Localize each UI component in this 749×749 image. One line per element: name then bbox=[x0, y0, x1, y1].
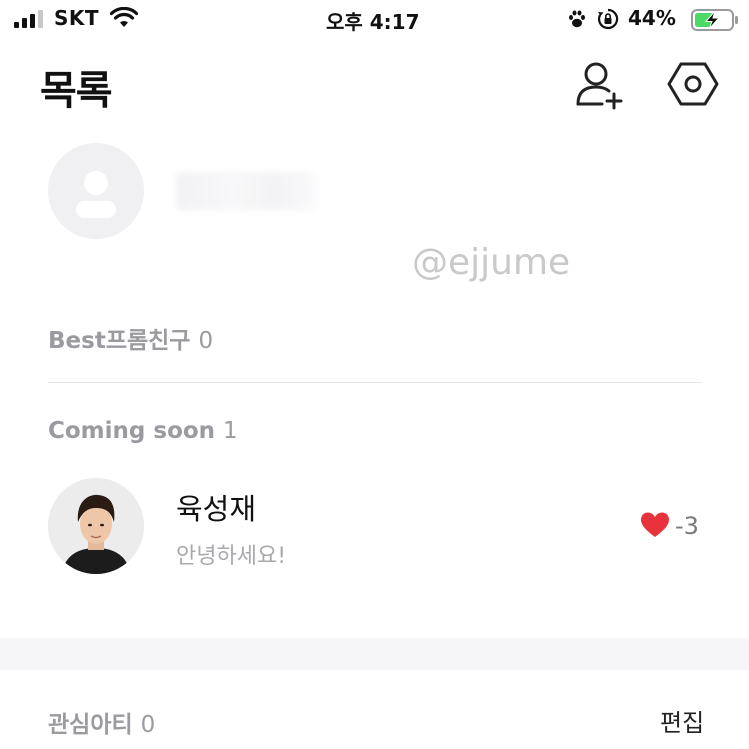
orientation-lock-icon bbox=[597, 8, 619, 30]
section-separator bbox=[0, 638, 749, 670]
wifi-icon bbox=[110, 7, 138, 27]
cellular-signal-icon bbox=[14, 10, 43, 28]
section-best-label: Best프롬친구 bbox=[48, 328, 191, 354]
friend-name: 육성재 bbox=[176, 492, 257, 526]
page-title: 목록 bbox=[40, 68, 113, 114]
carrier-label: SKT bbox=[54, 6, 100, 30]
section-best-friends: Best프롬친구 0 bbox=[48, 321, 213, 355]
my-profile-avatar[interactable] bbox=[48, 143, 144, 239]
section-interest-label: 관심아티 bbox=[48, 712, 133, 738]
friend-avatar[interactable] bbox=[48, 478, 144, 574]
my-profile-name-blurred bbox=[176, 172, 316, 210]
status-bar: SKT 오후 4:17 44% bbox=[0, 0, 749, 40]
clock: 오후 4:17 bbox=[326, 10, 420, 34]
friend-portrait-image bbox=[48, 478, 144, 574]
settings-icon[interactable] bbox=[667, 60, 719, 108]
section-interest-artists: 관심아티 0 bbox=[48, 705, 155, 739]
default-avatar-icon bbox=[76, 171, 116, 218]
section-best-count: 0 bbox=[198, 328, 214, 354]
section-coming-count: 1 bbox=[223, 418, 238, 444]
add-friend-icon[interactable] bbox=[572, 60, 628, 110]
friend-status-message: 안녕하세요! bbox=[176, 544, 287, 569]
watermark: @ejjume bbox=[412, 242, 571, 283]
section-coming-label: Coming soon bbox=[48, 418, 216, 444]
heart-icon[interactable] bbox=[640, 511, 670, 539]
section-coming-soon: Coming soon 1 bbox=[48, 418, 238, 444]
like-count: -3 bbox=[675, 512, 699, 540]
edit-button[interactable]: 편집 bbox=[660, 703, 704, 738]
section-interest-count: 0 bbox=[140, 712, 156, 738]
divider bbox=[48, 382, 702, 383]
battery-percentage: 44% bbox=[628, 6, 676, 30]
battery-charging-icon bbox=[691, 9, 738, 31]
paw-icon bbox=[569, 10, 585, 28]
